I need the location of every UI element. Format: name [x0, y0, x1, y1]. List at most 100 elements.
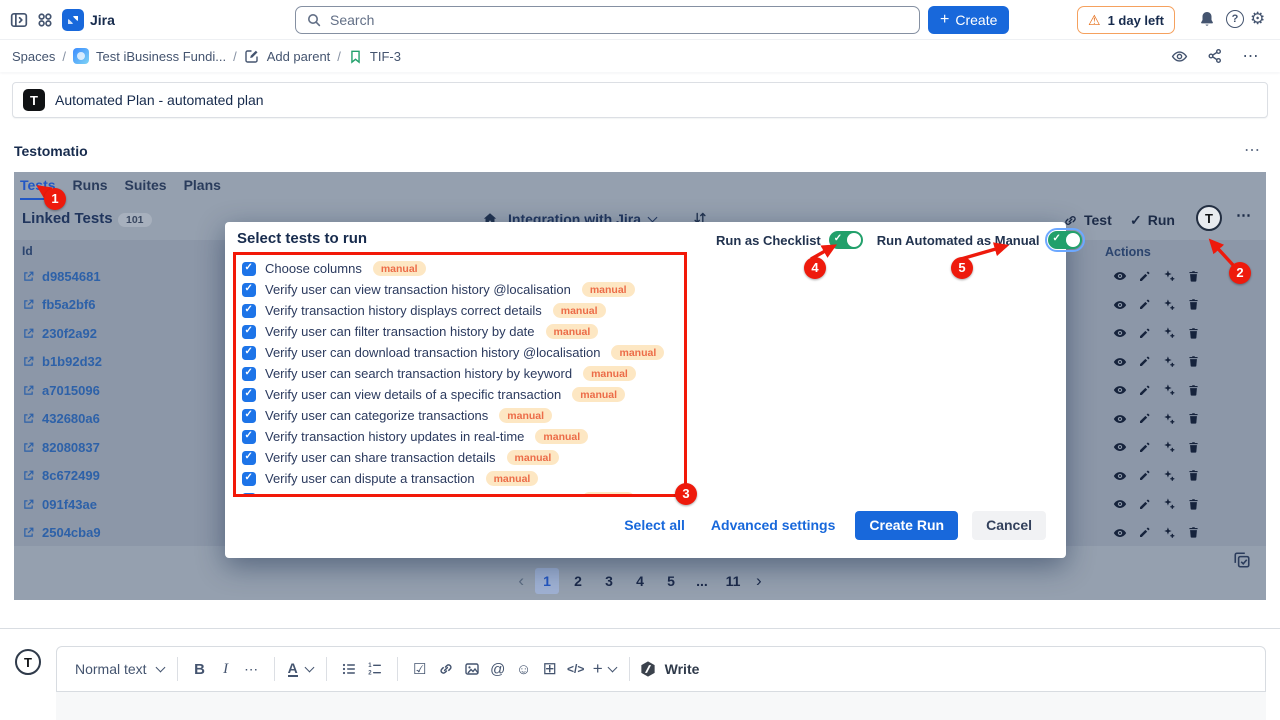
test-checkbox-row[interactable]: Verify user can search transaction histo…	[242, 363, 684, 384]
edit-row-icon[interactable]	[1138, 441, 1151, 454]
link-icon[interactable]	[433, 653, 459, 685]
app-name[interactable]: Jira	[90, 12, 115, 28]
help-icon[interactable]: ?	[1226, 10, 1244, 28]
test-checkbox-row[interactable]: Verify user can download transaction his…	[242, 342, 684, 363]
plugin-tab[interactable]: Plans	[184, 172, 221, 200]
test-id-link[interactable]: 091f43ae	[22, 497, 97, 512]
breadcrumb-space-name[interactable]: Test iBusiness Fundi...	[96, 49, 226, 64]
test-id-link[interactable]: d9854681	[22, 269, 101, 284]
select-all-icon[interactable]	[1233, 551, 1251, 569]
ai-icon[interactable]	[1162, 383, 1176, 397]
emoji-icon[interactable]: ☺	[511, 653, 537, 685]
select-all-link[interactable]: Select all	[624, 517, 685, 533]
edit-row-icon[interactable]	[1138, 412, 1151, 425]
breadcrumb-issue-key[interactable]: TIF-3	[370, 49, 401, 64]
text-color-dropdown[interactable]: A	[284, 653, 317, 685]
run-button[interactable]: ✓ Run	[1130, 207, 1175, 233]
italic-button[interactable]: I	[213, 653, 239, 685]
share-icon[interactable]	[1202, 44, 1228, 68]
test-checkbox-row[interactable]: Verify user can filter transaction histo…	[242, 321, 684, 342]
test-id-link[interactable]: 8c672499	[22, 468, 100, 483]
mention-icon[interactable]: @	[485, 653, 511, 685]
test-checkbox-row[interactable]: Verify user can view details of a specif…	[242, 384, 684, 405]
test-checkbox-row[interactable]: Verify user can view transaction history…	[242, 279, 684, 300]
delete-icon[interactable]	[1187, 498, 1200, 511]
test-checkbox-row[interactable]: Verify user can dispute a transaction ma…	[242, 468, 684, 489]
delete-icon[interactable]	[1187, 412, 1200, 425]
view-icon[interactable]	[1113, 526, 1127, 540]
view-icon[interactable]	[1113, 383, 1127, 397]
ai-icon[interactable]	[1162, 269, 1176, 283]
checkbox-checked-icon[interactable]	[242, 367, 256, 381]
search-bar[interactable]	[295, 6, 920, 34]
delete-icon[interactable]	[1187, 526, 1200, 539]
watch-icon[interactable]	[1166, 44, 1192, 68]
checkbox-checked-icon[interactable]	[242, 493, 256, 498]
edit-row-icon[interactable]	[1138, 526, 1151, 539]
test-id-link[interactable]: 2504cba9	[22, 525, 101, 540]
section-more-icon[interactable]: ⋯	[1244, 140, 1261, 160]
delete-icon[interactable]	[1187, 384, 1200, 397]
delete-icon[interactable]	[1187, 441, 1200, 454]
ordered-list-icon[interactable]	[362, 653, 388, 685]
delete-icon[interactable]	[1187, 270, 1200, 283]
test-id-link[interactable]: a7015096	[22, 383, 100, 398]
write-button[interactable]: Write	[639, 660, 700, 678]
search-input[interactable]	[330, 12, 909, 28]
plugin-tab[interactable]: Suites	[125, 172, 167, 200]
test-checkbox-row[interactable]: Verify transaction history displays corr…	[242, 300, 684, 321]
task-list-icon[interactable]: ☑	[407, 653, 433, 685]
test-button[interactable]: Test	[1063, 207, 1112, 233]
pagination-page[interactable]: 3	[597, 568, 621, 594]
sidebar-toggle-icon[interactable]	[10, 11, 28, 29]
pagination-page[interactable]: 5	[659, 568, 683, 594]
plugin-tab[interactable]: Runs	[73, 172, 108, 200]
editor-content-area[interactable]	[56, 692, 1266, 720]
create-run-button[interactable]: Create Run	[855, 511, 958, 540]
checkbox-checked-icon[interactable]	[242, 262, 256, 276]
text-format-more-icon[interactable]: ⋯	[239, 653, 265, 685]
testomatio-logo-icon[interactable]: T	[1196, 205, 1222, 231]
test-checkbox-row[interactable]: Verify transaction history updates in re…	[242, 426, 684, 447]
test-id-link[interactable]: 432680a6	[22, 411, 100, 426]
trial-days-left-button[interactable]: ⚠ 1 day left	[1077, 6, 1175, 34]
ai-icon[interactable]	[1162, 298, 1176, 312]
gear-icon[interactable]: ⚙	[1250, 9, 1265, 29]
breadcrumb-add-parent[interactable]: Add parent	[267, 49, 331, 64]
checkbox-checked-icon[interactable]	[242, 346, 256, 360]
cancel-button[interactable]: Cancel	[972, 511, 1046, 540]
view-icon[interactable]	[1113, 326, 1127, 340]
test-id-link[interactable]: 82080837	[22, 440, 100, 455]
page-more-icon[interactable]: ⋯	[1238, 44, 1264, 68]
ai-icon[interactable]	[1162, 326, 1176, 340]
edit-row-icon[interactable]	[1138, 384, 1151, 397]
image-icon[interactable]	[459, 653, 485, 685]
ai-icon[interactable]	[1162, 355, 1176, 369]
create-button[interactable]: + Create	[928, 6, 1009, 34]
pagination-page[interactable]: ...	[690, 568, 714, 594]
insert-dropdown[interactable]: +	[589, 653, 620, 685]
delete-icon[interactable]	[1187, 469, 1200, 482]
ai-icon[interactable]	[1162, 412, 1176, 426]
pagination-page[interactable]: 2	[566, 568, 590, 594]
bold-button[interactable]: B	[187, 653, 213, 685]
delete-icon[interactable]	[1187, 327, 1200, 340]
delete-icon[interactable]	[1187, 298, 1200, 311]
test-checkbox-row[interactable]: Verify user can share transaction detail…	[242, 447, 684, 468]
checkbox-checked-icon[interactable]	[242, 283, 256, 297]
code-icon[interactable]: </>	[563, 653, 589, 685]
checkbox-checked-icon[interactable]	[242, 409, 256, 423]
view-icon[interactable]	[1113, 298, 1127, 312]
edit-row-icon[interactable]	[1138, 469, 1151, 482]
text-style-dropdown[interactable]: Normal text	[71, 653, 168, 685]
test-checkbox-row[interactable]: Verify user can view transaction history…	[242, 489, 684, 497]
linked-tests-more-icon[interactable]: ⋯	[1236, 206, 1252, 224]
edit-row-icon[interactable]	[1138, 498, 1151, 511]
advanced-settings-link[interactable]: Advanced settings	[711, 517, 835, 533]
run-as-checklist-toggle[interactable]	[829, 231, 863, 249]
view-icon[interactable]	[1113, 469, 1127, 483]
pagination-next-icon[interactable]: ›	[752, 571, 766, 591]
test-checkbox-row[interactable]: Choose columns manual	[242, 258, 684, 279]
view-icon[interactable]	[1113, 269, 1127, 283]
pagination-page[interactable]: 1	[535, 568, 559, 594]
